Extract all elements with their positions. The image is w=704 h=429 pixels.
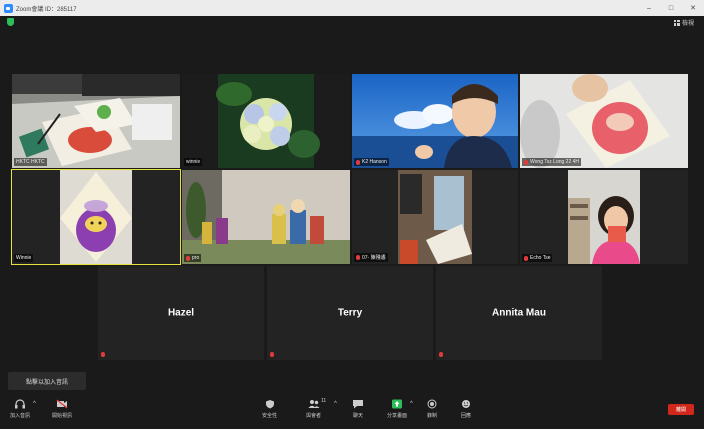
grid-view-icon	[673, 19, 680, 26]
reactions-button[interactable]: 回應	[460, 399, 472, 419]
video-tile[interactable]: K2 Hanson	[352, 74, 518, 168]
security-label: 安全性	[262, 413, 278, 419]
view-button[interactable]: 檢視	[673, 18, 694, 27]
people-icon	[308, 400, 319, 408]
reactions-label: 回應	[460, 413, 471, 419]
video-tile-no-video[interactable]: Hazel	[98, 266, 264, 360]
maximize-button[interactable]: □	[660, 5, 682, 12]
shield-icon	[265, 400, 274, 409]
mic-muted-icon	[524, 159, 528, 165]
participants-options-caret-icon[interactable]: ^	[334, 401, 337, 407]
video-tile[interactable]: winnie	[182, 74, 350, 168]
window-title: Zoom會議 ID：285117	[16, 6, 77, 13]
view-label: 檢視	[681, 21, 694, 27]
participant-name-tag: Wong Tsz Long 22 4H	[522, 158, 582, 166]
headphones-icon	[15, 399, 25, 409]
video-feed-red-daruma	[520, 74, 688, 168]
video-feed-figurines	[182, 170, 350, 264]
participant-name: pro	[192, 255, 200, 261]
start-video-label: 開始視訊	[52, 413, 73, 419]
mic-muted-icon	[439, 352, 443, 357]
video-feed-girl	[520, 170, 688, 264]
share-options-caret-icon[interactable]: ^	[410, 401, 413, 407]
participant-name-tag: 07- 陳殘遹	[354, 253, 388, 262]
video-tile[interactable]: 07- 陳殘遹	[352, 170, 518, 264]
video-tile-active-speaker[interactable]: Winnie	[11, 169, 181, 265]
join-audio-button[interactable]: 加入音訊	[10, 399, 30, 419]
end-meeting-button[interactable]: 離開	[668, 404, 694, 415]
security-button[interactable]: 安全性	[262, 399, 277, 419]
video-feed-boy-sky	[352, 74, 518, 168]
video-off-icon	[56, 399, 68, 409]
chat-bubble-icon	[353, 400, 363, 409]
mic-muted-icon	[524, 255, 528, 261]
record-icon	[427, 399, 437, 409]
video-tile-no-video[interactable]: Terry	[267, 266, 433, 360]
participant-display-name: Annita Mau	[492, 307, 546, 319]
smiley-icon	[462, 400, 470, 408]
share-screen-icon	[392, 399, 402, 409]
chat-button[interactable]: 聊天	[352, 399, 364, 419]
meeting-toolbar: 加入音訊 ^ 開始視訊 安全性 與會者 11 ^ 聊天 分享畫面 ^ 錄制 回應	[0, 395, 704, 429]
mic-muted-icon	[356, 159, 360, 165]
share-screen-button[interactable]: 分享畫面	[387, 399, 407, 419]
chat-label: 聊天	[352, 413, 363, 419]
participant-display-name: Terry	[337, 307, 363, 319]
video-tile-no-video[interactable]: Annita Mau	[436, 266, 602, 360]
participant-name-tag: K2 Hanson	[354, 158, 389, 166]
participant-name-tag: winnie	[184, 158, 203, 166]
participant-name-tag: HKTC HKTC	[14, 158, 47, 166]
participant-name: Winnie	[16, 255, 32, 261]
participant-name-tag: pro	[184, 254, 202, 262]
video-tile[interactable]: HKTC HKTC	[12, 74, 180, 168]
participant-name-tag: Echo Tse	[522, 254, 553, 262]
participants-label: 與會者	[306, 413, 322, 419]
participant-name: HKTC HKTC	[16, 159, 45, 165]
participant-display-name: Hazel	[167, 307, 195, 319]
participant-name: Wong Tsz Long 22 4H	[530, 159, 580, 165]
mic-muted-icon	[186, 255, 190, 261]
video-feed-room-paper	[352, 170, 518, 264]
mic-muted-icon	[270, 352, 274, 357]
minimize-button[interactable]: –	[638, 5, 660, 12]
participant-name: 07- 陳殘遹	[362, 255, 386, 261]
audio-options-caret-icon[interactable]: ^	[33, 401, 36, 407]
zoom-logo-icon	[4, 3, 13, 13]
participant-name-tag: Winnie	[14, 254, 34, 262]
video-feed-table-drawings	[12, 74, 180, 168]
participant-count: 11	[321, 398, 327, 404]
share-screen-label: 分享畫面	[387, 413, 408, 419]
mic-muted-icon	[101, 352, 105, 357]
participants-button[interactable]: 與會者	[306, 399, 321, 419]
participant-name: K2 Hanson	[362, 159, 387, 165]
record-label: 錄制	[426, 413, 437, 419]
record-button[interactable]: 錄制	[426, 399, 438, 419]
shield-icon[interactable]	[7, 18, 14, 26]
close-button[interactable]: ✕	[682, 4, 704, 12]
participant-name: Echo Tse	[530, 255, 551, 261]
meeting-topbar: 檢視	[0, 16, 704, 30]
video-tile[interactable]: pro	[182, 170, 350, 264]
mic-muted-icon	[356, 255, 360, 260]
join-audio-label: 加入音訊	[10, 413, 31, 419]
video-tile[interactable]: Echo Tse	[520, 170, 688, 264]
window-titlebar: Zoom會議 ID：285117 – □ ✕	[0, 0, 704, 16]
join-audio-prompt-button[interactable]: 點擊以加入音訊	[8, 372, 86, 390]
video-feed-purple-daruma	[12, 170, 180, 264]
video-tile[interactable]: Wong Tsz Long 22 4H	[520, 74, 688, 168]
video-feed-hydrangea	[182, 74, 350, 168]
start-video-button[interactable]: 開始視訊	[52, 399, 72, 419]
participant-name: winnie	[186, 159, 201, 165]
